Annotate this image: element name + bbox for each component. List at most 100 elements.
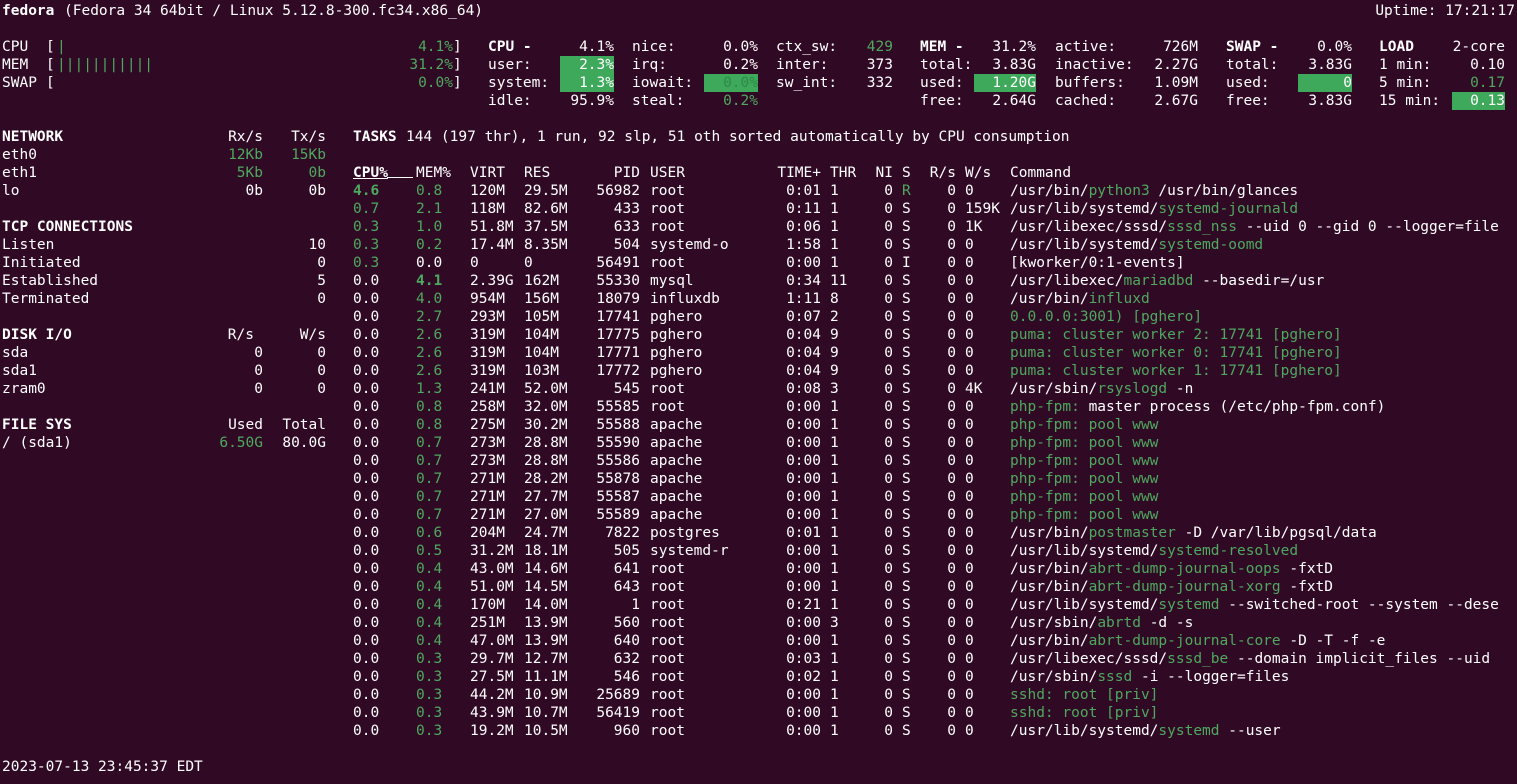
col-mem[interactable]: MEM% [416,164,451,182]
process-command: /usr/bin/abrt-dump-journal-core -D -T -f… [1010,632,1385,650]
process-read: 0 [947,417,956,433]
process-nice: 0 [884,543,893,559]
command-segment: abrtd [1097,615,1141,631]
command-segment: systemd [1158,723,1220,739]
process-user: apache [650,453,703,469]
process-state: S [902,525,911,541]
process-state: S [902,219,911,235]
process-threads: 1 [830,453,839,469]
process-res: 8.35M [524,237,568,253]
col-state[interactable]: S [902,164,911,182]
process-user: postgres [650,525,720,541]
process-cpu: 0.0 [353,705,380,721]
mem-buffers-label: buffers: [1055,75,1125,91]
process-mem: 0.8 [416,183,443,199]
process-time: 0:00 [786,579,821,595]
process-cpu: 0.0 [353,633,380,649]
process-mem: 0.7 [416,435,443,451]
process-threads: 3 [830,615,839,631]
process-pid: 17741 [596,309,640,325]
process-command: /usr/bin/abrt-dump-journal-xorg -fxtD [1010,578,1333,596]
tcp-label: Initiated [2,255,81,271]
process-time: 0:00 [786,453,821,469]
process-res: 11.1M [524,669,568,685]
col-write[interactable]: W/s [965,164,991,182]
process-cpu: 0.0 [353,543,380,559]
process-nice: 0 [884,507,893,523]
process-command: /usr/sbin/sssd -i --logger=files [1010,668,1289,686]
process-cpu: 0.0 [353,435,380,451]
process-user: apache [650,417,703,433]
process-virt: 51.8M [470,219,514,235]
process-cpu: 0.0 [353,525,380,541]
tcp-value: 5 [317,273,326,289]
process-pid: 55330 [596,273,640,289]
process-time: 0:01 [786,525,821,541]
command-segment: master process (/etc/php-fpm.conf) [1079,399,1386,415]
process-user: root [650,219,685,235]
col-thr[interactable]: THR [830,164,856,182]
process-nice: 0 [884,291,893,307]
process-write: 0 [965,309,974,325]
command-segment: php-fpm: pool www [1010,417,1159,433]
tasks-label: TASKS [353,129,397,145]
cpu-irq-label: irq: [632,57,667,73]
process-res: 24.7M [524,525,568,541]
process-state: S [902,291,911,307]
col-res[interactable]: RES [524,164,550,182]
mem-inactive-label: inactive: [1055,57,1134,73]
disk-name: zram0 [2,381,46,397]
cpu-nice-label: nice: [632,39,676,55]
fs-used-header: Used [228,417,263,433]
col-cpu[interactable]: CPU% [353,164,388,182]
process-threads: 9 [830,363,839,379]
process-state: S [902,615,911,631]
process-virt: 43.0M [470,561,514,577]
command-segment: mariadbd [1123,273,1194,289]
process-write: 0 [965,723,974,739]
process-virt: 319M [470,327,505,343]
col-user[interactable]: USER [650,164,685,182]
process-res: 10.9M [524,687,568,703]
process-cpu: 0.0 [353,597,380,613]
col-time[interactable]: TIME+ [777,164,821,182]
process-pid: 505 [613,543,640,559]
col-pid[interactable]: PID [614,164,640,182]
process-command: /usr/lib/systemd/systemd-journald [1010,200,1298,218]
process-state: S [902,273,911,289]
process-command: /usr/lib/systemd/systemd --switched-root… [1010,596,1499,614]
command-segment: /usr/lib/systemd/ [1010,723,1159,739]
process-user: root [650,705,685,721]
process-nice: 0 [884,705,893,721]
process-cpu: 0.0 [353,471,380,487]
command-segment: puma: cluster worker 1: 17741 [pghero] [1010,363,1342,379]
col-ni[interactable]: NI [876,164,893,182]
process-nice: 0 [884,687,893,703]
process-write: 0 [965,291,974,307]
process-time: 0:07 [786,309,821,325]
process-mem: 4.0 [416,291,443,307]
process-threads: 1 [830,597,839,613]
process-threads: 1 [830,723,839,739]
quicklook-swap-label: SWAP [2,75,37,91]
cpu-inter-label: inter: [776,57,829,73]
process-res: 14.5M [524,579,568,595]
process-write: 0 [965,543,974,559]
command-segment: -fxtD [1280,579,1334,595]
col-command[interactable]: Command [1010,164,1071,182]
process-nice: 0 [884,183,893,199]
process-nice: 0 [884,669,893,685]
process-write: 0 [965,417,974,433]
process-pid: 56419 [596,705,640,721]
col-read[interactable]: R/s [930,164,956,182]
command-segment: /usr/libexec/ [1010,273,1124,289]
col-virt[interactable]: VIRT [470,164,505,182]
process-res: 28.8M [524,435,568,451]
process-res: 162M [524,273,559,289]
load-15min-label: 15 min: [1379,93,1441,109]
quicklook-mem-bar: ||||||||||| [57,57,154,73]
process-virt: 319M [470,363,505,379]
process-user: pghero [650,345,703,361]
mem-cached-label: cached: [1055,93,1117,109]
process-cpu: 0.0 [353,309,380,325]
